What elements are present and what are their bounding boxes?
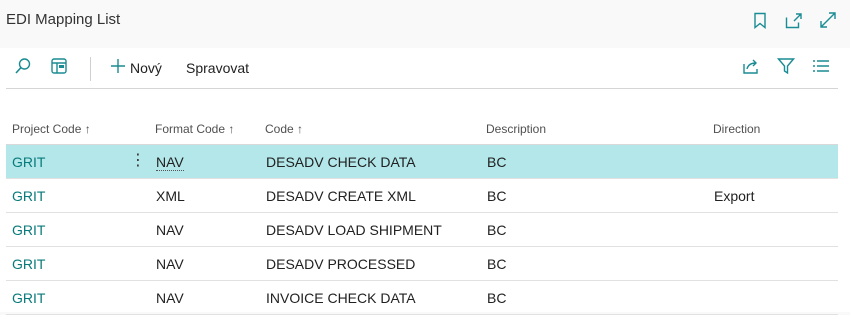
search-icon bbox=[14, 57, 32, 80]
filter-icon bbox=[776, 57, 796, 80]
row-actions-menu-icon[interactable]: ⋮ bbox=[130, 151, 146, 171]
format-code-cell: NAV bbox=[156, 256, 184, 272]
direction-cell: Export bbox=[714, 188, 755, 204]
list-view-button[interactable] bbox=[812, 57, 830, 79]
title-bar: EDI Mapping List bbox=[0, 0, 850, 48]
new-button-label: Nový bbox=[130, 60, 162, 76]
plus-icon bbox=[110, 58, 126, 79]
table-row[interactable]: GRIT XML DESADV CREATE XML BC Export bbox=[6, 179, 838, 213]
bookmark-icon[interactable] bbox=[750, 10, 770, 30]
description-cell: BC bbox=[487, 256, 507, 272]
column-header-format-code[interactable]: Format Code ↑ bbox=[155, 122, 234, 136]
mapping-table: Project Code ↑ Format Code ↑ Code ↑ Desc… bbox=[6, 117, 838, 315]
code-cell: DESADV CHECK DATA bbox=[266, 154, 416, 170]
description-cell: BC bbox=[487, 154, 507, 170]
description-cell: BC bbox=[487, 290, 507, 306]
format-code-cell: NAV bbox=[156, 222, 184, 238]
table-header: Project Code ↑ Format Code ↑ Code ↑ Desc… bbox=[6, 117, 838, 145]
layout-icon bbox=[50, 57, 68, 80]
layout-button[interactable] bbox=[50, 57, 68, 79]
project-code-cell[interactable]: GRIT bbox=[12, 188, 45, 204]
format-code-cell: XML bbox=[156, 188, 185, 204]
project-code-cell[interactable]: GRIT bbox=[12, 154, 45, 170]
code-cell: DESADV LOAD SHIPMENT bbox=[266, 222, 442, 238]
project-code-cell[interactable]: GRIT bbox=[12, 256, 45, 272]
code-cell: INVOICE CHECK DATA bbox=[266, 290, 416, 306]
table-row[interactable]: GRIT NAV DESADV PROCESSED BC bbox=[6, 247, 838, 281]
table-row[interactable]: GRIT ⋮ NAV DESADV CHECK DATA BC bbox=[6, 145, 838, 179]
share-icon bbox=[742, 57, 760, 80]
column-header-code[interactable]: Code ↑ bbox=[265, 122, 303, 136]
title-actions bbox=[750, 10, 838, 30]
table-row[interactable]: GRIT NAV INVOICE CHECK DATA BC bbox=[6, 281, 838, 315]
project-code-cell[interactable]: GRIT bbox=[12, 290, 45, 306]
format-code-cell[interactable]: NAV bbox=[156, 154, 184, 171]
column-header-project-code[interactable]: Project Code ↑ bbox=[12, 122, 91, 136]
share-button[interactable] bbox=[742, 57, 760, 79]
list-view-icon bbox=[812, 57, 830, 80]
toolbar-divider bbox=[90, 57, 91, 81]
code-cell: DESADV PROCESSED bbox=[266, 256, 416, 272]
action-bar: Nový Spravovat bbox=[6, 48, 838, 89]
manage-menu-button[interactable]: Spravovat bbox=[186, 57, 249, 79]
column-header-direction[interactable]: Direction bbox=[713, 122, 760, 136]
list-page: Nový Spravovat Project Code ↑ Format Cod… bbox=[0, 48, 850, 315]
description-cell: BC bbox=[487, 188, 507, 204]
format-code-cell: NAV bbox=[156, 290, 184, 306]
column-header-description[interactable]: Description bbox=[486, 122, 546, 136]
page-title: EDI Mapping List bbox=[6, 11, 121, 28]
new-button[interactable]: Nový bbox=[110, 57, 162, 79]
expand-icon[interactable] bbox=[818, 10, 838, 30]
project-code-cell[interactable]: GRIT bbox=[12, 222, 45, 238]
open-in-new-window-icon[interactable] bbox=[784, 10, 804, 30]
table-row[interactable]: GRIT NAV DESADV LOAD SHIPMENT BC bbox=[6, 213, 838, 247]
code-cell: DESADV CREATE XML bbox=[266, 188, 416, 204]
description-cell: BC bbox=[487, 222, 507, 238]
manage-button-label: Spravovat bbox=[186, 60, 250, 76]
filter-button[interactable] bbox=[776, 57, 796, 80]
search-button[interactable] bbox=[14, 57, 32, 79]
